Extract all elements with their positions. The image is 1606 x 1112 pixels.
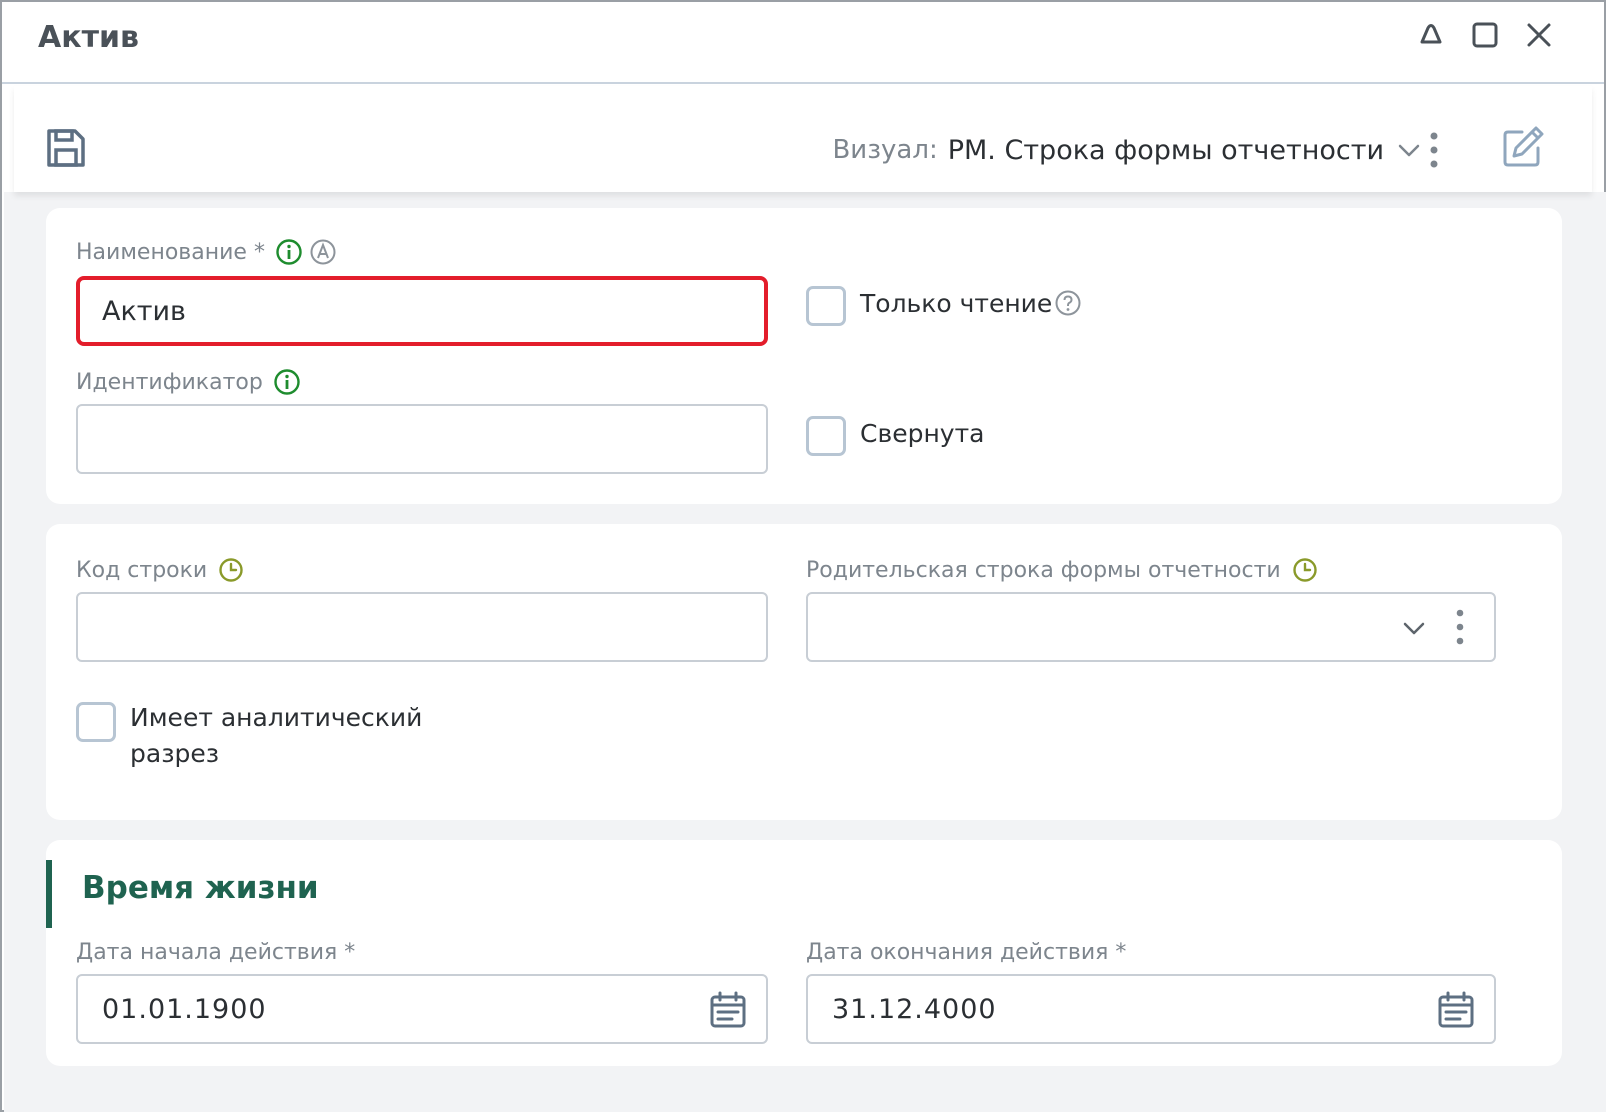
history-icon[interactable]	[217, 556, 245, 584]
analytic-label: Имеет аналитический разрез	[130, 700, 422, 772]
codes-card: Код строки Родительская строка формы отч…	[46, 524, 1562, 820]
visual-value[interactable]: РМ. Строка формы отчетности	[948, 135, 1384, 166]
chevron-down-icon[interactable]	[1394, 135, 1424, 165]
close-icon	[1527, 23, 1551, 47]
readonly-label-row: Только чтение	[860, 286, 1082, 322]
chevron-down-icon[interactable]	[1400, 614, 1428, 642]
analytic-label-line2: разрез	[130, 739, 220, 768]
auto-icon[interactable]	[309, 238, 337, 266]
code-input[interactable]	[76, 592, 768, 662]
title-bar: Актив	[2, 2, 1604, 84]
end-date-label: Дата окончания действия *	[806, 940, 1127, 965]
close-button[interactable]	[1522, 18, 1556, 52]
help-icon[interactable]	[1054, 289, 1082, 317]
section-title: Время жизни	[82, 870, 319, 906]
lifetime-card: Время жизни Дата начала действия * 01.01…	[46, 840, 1562, 1066]
history-icon[interactable]	[1291, 556, 1319, 584]
start-date-value: 01.01.1900	[102, 993, 267, 1025]
parent-label: Родительская строка формы отчетности	[806, 557, 1281, 583]
edit-icon[interactable]	[1500, 124, 1546, 170]
more-options-icon[interactable]	[1424, 130, 1444, 170]
dialog-window: Актив Визуал: РМ. Строка формы отчетност…	[0, 0, 1606, 1112]
end-date-input[interactable]: 31.12.4000	[806, 974, 1496, 1044]
info-icon[interactable]	[273, 368, 301, 396]
section-accent-bar	[46, 860, 52, 928]
analytic-checkbox[interactable]	[76, 702, 116, 742]
readonly-checkbox[interactable]	[806, 286, 846, 326]
name-input[interactable]: Актив	[76, 276, 768, 346]
save-button[interactable]	[44, 126, 88, 170]
toolbar: Визуал: РМ. Строка формы отчетности	[14, 86, 1592, 192]
start-date-input[interactable]: 01.01.1900	[76, 974, 768, 1044]
calendar-icon[interactable]	[708, 990, 748, 1030]
maximize-button[interactable]	[1468, 18, 1502, 52]
more-options-icon[interactable]	[1452, 608, 1468, 646]
identifier-input[interactable]	[76, 404, 768, 474]
parent-label-row: Родительская строка формы отчетности	[806, 556, 1319, 584]
visual-label: Визуал:	[832, 135, 938, 165]
end-date-value: 31.12.4000	[832, 993, 997, 1025]
parent-row-select[interactable]	[806, 592, 1496, 662]
info-icon[interactable]	[275, 238, 303, 266]
readonly-label: Только чтение	[860, 289, 1053, 318]
visual-selector[interactable]: Визуал: РМ. Строка формы отчетности	[832, 130, 1424, 170]
window-title: Актив	[38, 20, 139, 55]
collapse-icon	[1420, 24, 1442, 44]
name-label: Наименование *	[76, 239, 265, 265]
form-content: Наименование * Актив Идентификатор Тольк…	[4, 192, 1606, 1112]
code-label-row: Код строки	[76, 556, 245, 584]
collapsed-checkbox[interactable]	[806, 416, 846, 456]
maximize-icon	[1472, 22, 1498, 48]
save-icon	[47, 129, 85, 167]
calendar-icon[interactable]	[1436, 990, 1476, 1030]
code-label: Код строки	[76, 557, 208, 583]
main-card: Наименование * Актив Идентификатор Тольк…	[46, 208, 1562, 504]
minimize-button[interactable]	[1414, 18, 1448, 52]
id-label-row: Идентификатор	[76, 368, 301, 396]
collapsed-label: Свернута	[860, 419, 985, 448]
start-date-label: Дата начала действия *	[76, 940, 356, 965]
analytic-label-line1: Имеет аналитический	[130, 703, 423, 732]
id-label: Идентификатор	[76, 369, 263, 395]
name-input-value: Актив	[102, 295, 186, 327]
name-label-row: Наименование *	[76, 238, 337, 266]
